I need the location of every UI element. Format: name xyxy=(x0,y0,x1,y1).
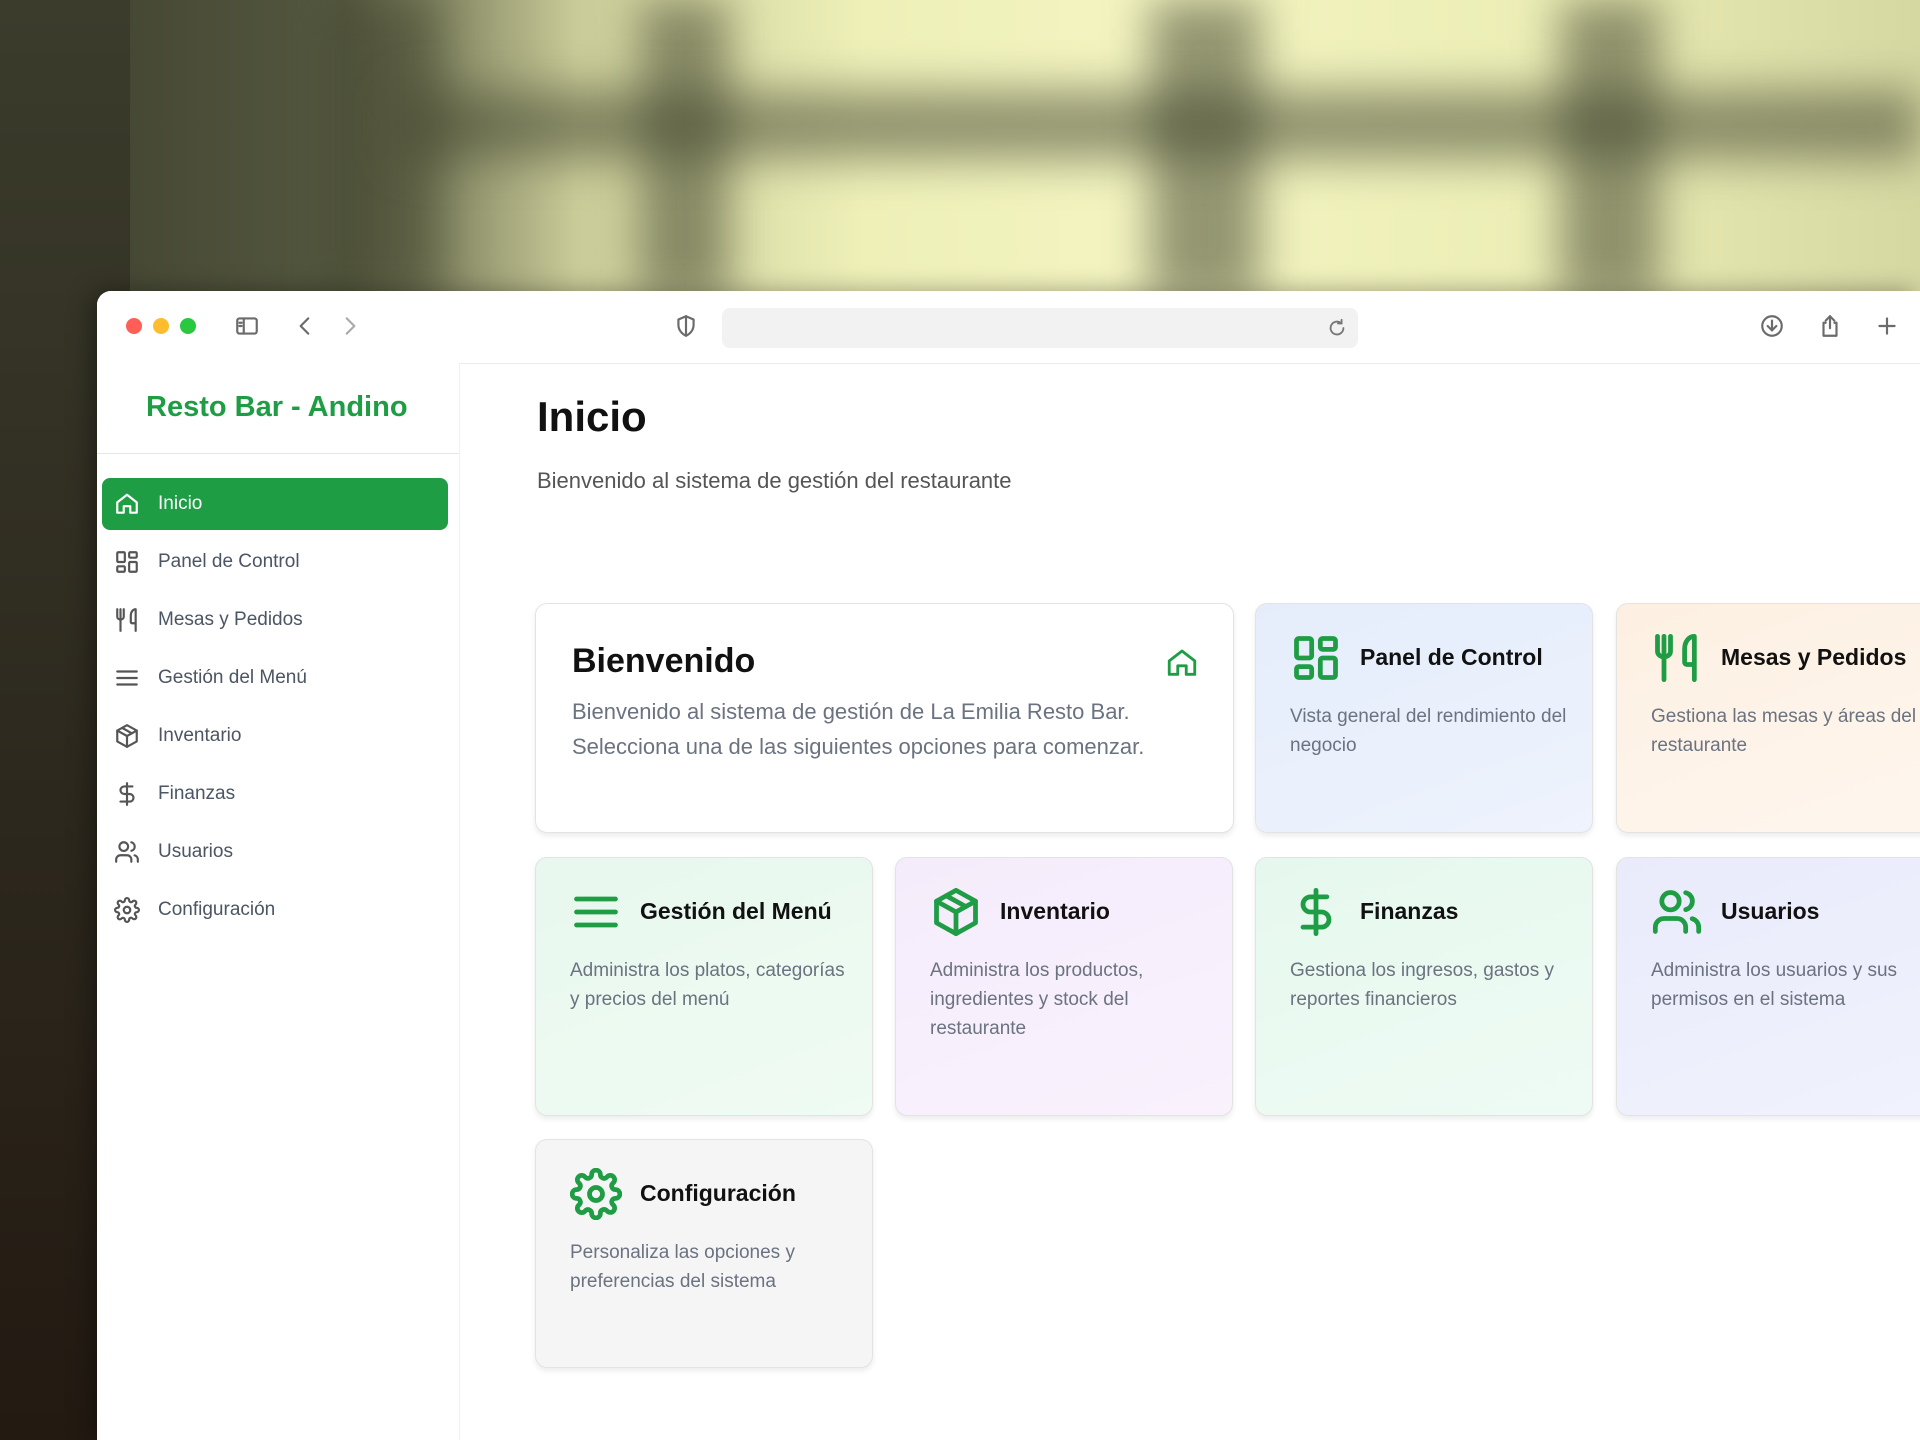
page-subtitle: Bienvenido al sistema de gestión del res… xyxy=(537,468,1012,493)
card-description: Vista general del rendimiento del negoci… xyxy=(1290,706,1567,756)
sidebar-item-label: Panel de Control xyxy=(158,551,300,572)
card-description: Administra los productos, ingredientes y… xyxy=(930,960,1144,1039)
sidebar-item-usuarios[interactable]: Usuarios xyxy=(102,826,448,878)
card-title: Usuarios xyxy=(1721,898,1820,924)
sidebar-item-gestion-del-menu[interactable]: Gestión del Menú xyxy=(102,652,448,704)
sidebar-item-label: Mesas y Pedidos xyxy=(158,609,303,630)
dashboard-icon xyxy=(112,547,142,577)
users-icon xyxy=(1651,886,1703,938)
new-tab-icon[interactable] xyxy=(1872,311,1902,341)
page-title: Inicio xyxy=(537,393,647,440)
sidebar-item-inventario[interactable]: Inventario xyxy=(102,710,448,762)
gear-icon xyxy=(112,895,142,925)
share-icon[interactable] xyxy=(1815,311,1845,341)
sidebar: Resto Bar - Andino Inicio Panel de Contr… xyxy=(97,363,460,1440)
sidebar-toggle-icon[interactable] xyxy=(232,311,262,341)
card-mesas-y-pedidos[interactable]: Mesas y Pedidos Gestiona las mesas y áre… xyxy=(1616,603,1920,833)
card-description: Gestiona las mesas y áreas del restauran… xyxy=(1651,706,1917,756)
card-title: Gestión del Menú xyxy=(640,898,832,924)
sidebar-item-mesas-y-pedidos[interactable]: Mesas y Pedidos xyxy=(102,594,448,646)
sidebar-item-label: Inventario xyxy=(158,725,242,746)
sidebar-item-label: Gestión del Menú xyxy=(158,667,307,688)
card-finanzas[interactable]: Finanzas Gestiona los ingresos, gastos y… xyxy=(1255,857,1593,1116)
card-title: Mesas y Pedidos xyxy=(1721,644,1907,670)
minimize-window-button[interactable] xyxy=(153,318,169,334)
divider xyxy=(97,453,459,454)
package-icon xyxy=(112,721,142,751)
card-description: Gestiona los ingresos, gastos y reportes… xyxy=(1290,960,1555,1010)
main-content: Inicio Bienvenido al sistema de gestión … xyxy=(459,363,1920,1440)
utensils-icon xyxy=(112,605,142,635)
sidebar-item-inicio[interactable]: Inicio xyxy=(102,478,448,530)
card-title: Finanzas xyxy=(1360,898,1459,924)
zoom-window-button[interactable] xyxy=(180,318,196,334)
sidebar-item-configuracion[interactable]: Configuración xyxy=(102,884,448,936)
browser-window: Resto Bar - Andino Inicio Panel de Contr… xyxy=(97,291,1920,1440)
sidebar-item-label: Inicio xyxy=(158,493,203,514)
forward-arrow-icon[interactable] xyxy=(335,311,365,341)
welcome-card: Bienvenido Bienvenido al sistema de gest… xyxy=(535,603,1234,833)
sidebar-nav: Inicio Panel de Control Mesas y Pedidos … xyxy=(102,478,448,942)
card-configuracion[interactable]: Configuración Personaliza las opciones y… xyxy=(535,1139,873,1368)
menu-icon xyxy=(570,886,622,938)
dashboard-icon xyxy=(1290,632,1342,684)
home-icon xyxy=(1165,646,1199,680)
dollar-icon xyxy=(112,779,142,809)
card-gestion-del-menu[interactable]: Gestión del Menú Administra los platos, … xyxy=(535,857,873,1116)
back-arrow-icon[interactable] xyxy=(290,311,320,341)
download-icon[interactable] xyxy=(1757,311,1787,341)
card-inventario[interactable]: Inventario Administra los productos, ing… xyxy=(895,857,1233,1116)
card-usuarios[interactable]: Usuarios Administra los usuarios y sus p… xyxy=(1616,857,1920,1116)
package-icon xyxy=(930,886,982,938)
brand-title: Resto Bar - Andino xyxy=(146,391,408,423)
browser-toolbar xyxy=(97,291,1920,364)
gear-icon xyxy=(569,1167,623,1221)
home-icon xyxy=(112,489,142,519)
menu-icon xyxy=(112,663,142,693)
card-title: Configuración xyxy=(640,1180,796,1206)
utensils-icon xyxy=(1651,632,1703,684)
users-icon xyxy=(112,837,142,867)
sidebar-item-label: Finanzas xyxy=(158,783,236,804)
sidebar-item-label: Configuración xyxy=(158,899,276,920)
card-panel-de-control[interactable]: Panel de Control Vista general del rendi… xyxy=(1255,603,1593,833)
card-description: Administra los usuarios y sus permisos e… xyxy=(1651,960,1898,1010)
welcome-title: Bienvenido xyxy=(572,642,756,680)
card-title: Inventario xyxy=(1000,898,1110,924)
card-description: Administra los platos, categorías y prec… xyxy=(570,960,845,1010)
welcome-text: Bienvenido al sistema de gestión de La E… xyxy=(572,699,1145,759)
reload-icon[interactable] xyxy=(1326,317,1348,339)
address-bar[interactable] xyxy=(722,308,1358,348)
dollar-icon xyxy=(1290,886,1342,938)
card-description: Personaliza las opciones y preferencias … xyxy=(570,1242,795,1292)
card-title: Panel de Control xyxy=(1360,644,1543,670)
sidebar-item-label: Usuarios xyxy=(158,841,233,862)
close-window-button[interactable] xyxy=(126,318,142,334)
sidebar-item-panel-de-control[interactable]: Panel de Control xyxy=(102,536,448,588)
sidebar-item-finanzas[interactable]: Finanzas xyxy=(102,768,448,820)
privacy-shield-icon[interactable] xyxy=(671,311,701,341)
